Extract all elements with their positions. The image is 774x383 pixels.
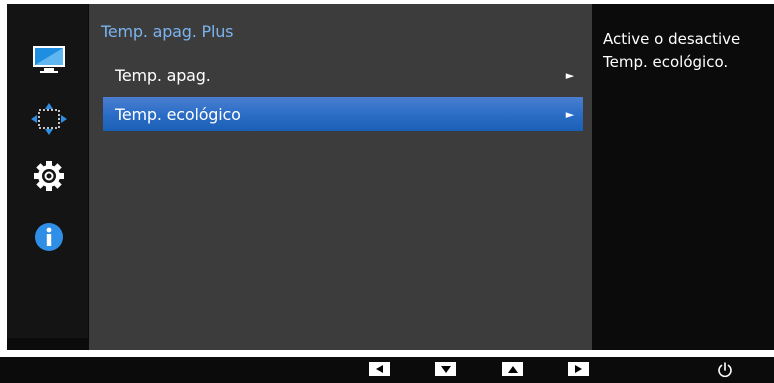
power-icon bbox=[718, 362, 732, 378]
settings-gear-icon[interactable] bbox=[29, 156, 69, 196]
arrow-right-icon bbox=[575, 365, 582, 373]
power-button[interactable] bbox=[716, 361, 734, 379]
arrow-down-icon bbox=[440, 365, 451, 373]
arrow-up-icon bbox=[507, 365, 518, 373]
help-text: Active o desactive Temp. ecológico. bbox=[603, 30, 741, 71]
left-button[interactable] bbox=[369, 362, 390, 376]
menu-item-label: Temp. apag. bbox=[115, 65, 211, 85]
chevron-right-icon: ► bbox=[565, 107, 575, 121]
position-arrows-icon[interactable] bbox=[29, 99, 69, 139]
info-icon[interactable] bbox=[29, 217, 69, 257]
down-button[interactable] bbox=[435, 362, 456, 376]
chevron-right-icon: ► bbox=[565, 68, 575, 82]
arrow-left-icon bbox=[376, 365, 383, 373]
menu-item-temp-apag[interactable]: Temp. apag. ► bbox=[103, 58, 583, 92]
sidebar bbox=[7, 4, 88, 338]
up-button[interactable] bbox=[502, 362, 523, 376]
help-panel: Active o desactive Temp. ecológico. bbox=[593, 4, 774, 350]
menu-title: Temp. apag. Plus bbox=[101, 22, 234, 41]
menu-item-temp-ecologico[interactable]: Temp. ecológico ► bbox=[103, 97, 583, 131]
menu-item-label: Temp. ecológico bbox=[115, 104, 241, 124]
monitor-icon[interactable] bbox=[29, 40, 69, 80]
control-bar bbox=[0, 357, 774, 383]
right-button[interactable] bbox=[568, 362, 589, 376]
menu-panel: Temp. apag. Plus Temp. apag. ► Temp. eco… bbox=[89, 4, 592, 350]
